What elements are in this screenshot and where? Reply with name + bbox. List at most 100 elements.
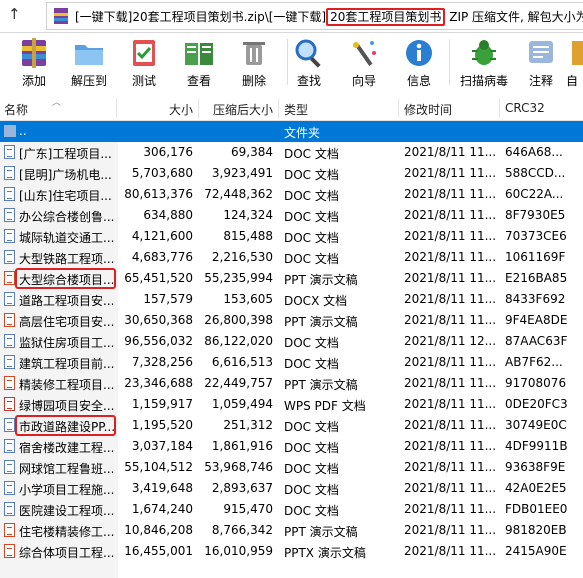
file-name: 网球馆工程鲁班... [19, 462, 115, 476]
file-name: .. [19, 124, 27, 138]
file-row[interactable]: 医院建设工程项... 1,674,240 915,470 DOC 文档 2021/8/1… [0, 499, 583, 520]
column-size[interactable]: 大小 [118, 101, 193, 118]
file-packed-size: 251,312 [223, 418, 273, 432]
doc-file-icon [4, 166, 15, 180]
test-button[interactable]: 测试 [116, 33, 172, 93]
info-icon [406, 40, 432, 66]
file-name: [广东]工程项目... [19, 147, 112, 161]
file-name: 道路工程项目安... [19, 294, 115, 308]
find-button[interactable]: 查找 [281, 33, 337, 93]
file-row[interactable]: [广东]工程项目... 306,176 69,384 DOC 文档 2021/8/11 … [0, 142, 583, 163]
scan-virus-button[interactable]: 扫描病毒 [456, 33, 512, 93]
book-view-icon [185, 43, 213, 65]
doc-file-icon [4, 481, 15, 495]
file-packed-size: 26,800,398 [204, 313, 273, 327]
file-row[interactable]: 大型综合楼项目... 65,451,520 55,235,994 PPT 演示文稿 20… [0, 268, 583, 289]
file-size: 3,037,184 [131, 439, 193, 453]
doc-file-icon [4, 145, 15, 159]
doc-file-icon [4, 334, 15, 348]
file-type: DOC 文档 [284, 462, 339, 476]
file-name: 建筑工程项目前... [19, 357, 115, 371]
comment-button[interactable]: 注释 [513, 33, 569, 93]
file-name: 办公综合楼创鲁... [19, 210, 115, 224]
info-button[interactable]: 信息 [391, 33, 447, 93]
sfx-icon [572, 41, 583, 65]
file-type: DOC 文档 [284, 357, 339, 371]
column-packed-size[interactable]: 压缩后大小 [200, 101, 273, 118]
doc-file-icon [4, 250, 15, 264]
column-name[interactable]: 名称 [4, 101, 28, 118]
file-packed-size: 53,968,746 [204, 460, 273, 474]
file-row[interactable]: [昆明]广场机电... 5,703,680 3,923,491 DOC 文档 2021/… [0, 163, 583, 184]
file-crc32: 1061169F [505, 250, 566, 264]
column-type[interactable]: 类型 [284, 101, 308, 118]
file-row[interactable]: [山东]住宅项目... 80,613,376 72,448,362 DOC 文档 202… [0, 184, 583, 205]
file-size: 30,650,368 [124, 313, 193, 327]
file-crc32: 981820EB [505, 523, 567, 537]
file-type: WPS PDF 文档 [284, 399, 366, 413]
more-button[interactable]: 自 [566, 33, 583, 93]
add-button[interactable]: 添加 [6, 33, 62, 93]
file-packed-size: 22,449,757 [204, 376, 273, 390]
file-type: DOC 文档 [284, 210, 339, 224]
file-type: PPT 演示文稿 [284, 315, 358, 329]
doc-file-icon [4, 439, 15, 453]
file-row[interactable]: 宿舍楼改建工程... 3,037,184 1,861,916 DOC 文档 2021/8… [0, 436, 583, 457]
file-modified: 2021/8/11 11... [404, 376, 497, 390]
file-modified: 2021/8/11 11... [404, 502, 497, 516]
file-row[interactable]: 市政道路建设PP... 1,195,520 251,312 DOC 文档 2021/8/… [0, 415, 583, 436]
file-row[interactable]: 网球馆工程鲁班... 55,104,512 53,968,746 DOC 文档 2021… [0, 457, 583, 478]
file-type: PPT 演示文稿 [284, 525, 358, 539]
archive-info: ZIP 压缩文件, 解包大小为 [449, 10, 583, 24]
file-row[interactable]: 精装修工程项目... 23,346,688 22,449,757 PPT 演示文稿 20… [0, 373, 583, 394]
file-size: 23,346,688 [124, 376, 193, 390]
wizard-button[interactable]: 向导 [336, 33, 392, 93]
file-crc32: 70373CE6 [505, 229, 567, 243]
file-row[interactable]: 住宅楼精装修工... 10,846,208 8,766,342 PPT 演示文稿 202… [0, 520, 583, 541]
file-crc32: 91708076 [505, 376, 567, 390]
file-list: .. 文件夹 [广东]工程项目... 306,176 69,384 DOC 文档 202… [0, 121, 583, 562]
file-row[interactable]: 城际轨道交通工... 4,121,600 815,488 DOC 文档 2021/8/1… [0, 226, 583, 247]
delete-button[interactable]: 删除 [226, 33, 282, 93]
address-bar: ↑ [一键下载]20套工程项目策划书.zip\[一键下载] 20套工程项目策划书 … [0, 0, 583, 33]
path-field[interactable]: [一键下载]20套工程项目策划书.zip\[一键下载] 20套工程项目策划书 ZI… [46, 2, 583, 30]
file-row[interactable]: 建筑工程项目前... 7,328,256 6,616,513 DOC 文档 2021/8… [0, 352, 583, 373]
file-row[interactable]: 综合体项目工程... 16,455,001 16,010,959 PPTX 演示文稿 2… [0, 541, 583, 562]
file-size: 634,880 [143, 208, 193, 222]
ppt-file-icon [4, 544, 15, 558]
file-row[interactable]: 小学项目工程施... 3,419,648 2,893,637 DOC 文档 2021/8… [0, 478, 583, 499]
file-name: 高层住宅项目安... [19, 315, 115, 329]
view-button[interactable]: 查看 [171, 33, 227, 93]
file-type: DOC 文档 [284, 231, 339, 245]
file-name: 城际轨道交通工... [19, 231, 115, 245]
file-size: 16,455,001 [124, 544, 193, 558]
column-header: 名称 ︿ 大小 压缩后大小 类型 修改时间 CRC32 [0, 96, 583, 121]
file-row[interactable]: 大型铁路工程项... 4,683,776 2,216,530 DOC 文档 2021/8… [0, 247, 583, 268]
parent-folder-row[interactable]: .. 文件夹 [0, 121, 583, 142]
file-name: 医院建设工程项... [19, 504, 115, 518]
file-size: 4,683,776 [131, 250, 193, 264]
file-packed-size: 2,893,637 [211, 481, 273, 495]
file-packed-size: 69,384 [231, 145, 273, 159]
file-size: 10,846,208 [124, 523, 193, 537]
file-crc32: E216BA85 [505, 271, 568, 285]
doc-file-icon [4, 418, 15, 432]
file-crc32: 87AAC63F [505, 334, 568, 348]
file-row[interactable]: 绿博园项目安全... 1,159,917 1,059,494 WPS PDF 文档 20… [0, 394, 583, 415]
column-crc32[interactable]: CRC32 [505, 101, 545, 115]
file-crc32: 4DF9911B [505, 439, 568, 453]
file-modified: 2021/8/11 11... [404, 166, 497, 180]
magnifier-icon [295, 39, 321, 68]
file-modified: 2021/8/11 11... [404, 229, 497, 243]
column-modified[interactable]: 修改时间 [404, 101, 452, 118]
doc-file-icon [4, 460, 15, 474]
magic-wand-icon [353, 41, 376, 66]
file-type: DOC 文档 [284, 420, 339, 434]
file-row[interactable]: 监狱住房项目工... 96,556,032 86,122,020 DOC 文档 2021… [0, 331, 583, 352]
file-row[interactable]: 高层住宅项目安... 30,650,368 26,800,398 PPT 演示文稿 20… [0, 310, 583, 331]
up-arrow-icon[interactable]: ↑ [8, 5, 21, 23]
extract-to-button[interactable]: 解压到 [61, 33, 117, 93]
file-row[interactable]: 道路工程项目安... 157,579 153,605 DOCX 文档 2021/8/11… [0, 289, 583, 310]
file-row[interactable]: 办公综合楼创鲁... 634,880 124,324 DOC 文档 2021/8/11 … [0, 205, 583, 226]
winrar-add-icon [22, 38, 46, 68]
